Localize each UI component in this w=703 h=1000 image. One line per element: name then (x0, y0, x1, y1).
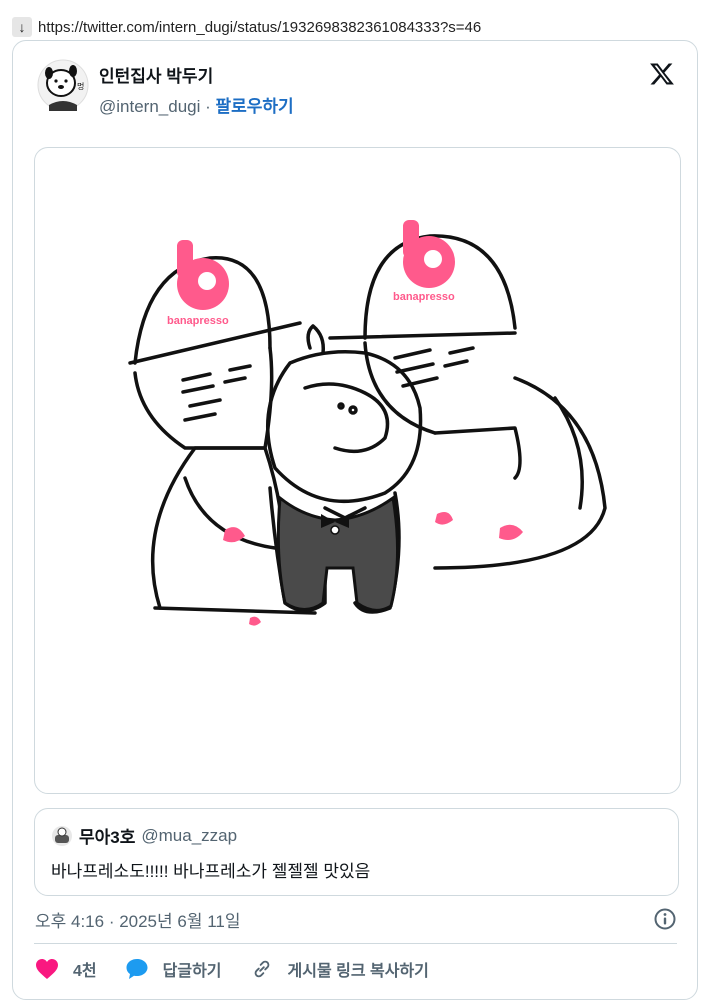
tweet-media-image[interactable]: banapresso banapresso (34, 147, 681, 794)
quote-display-name[interactable]: 무아3호 (79, 823, 135, 848)
author-display-name[interactable]: 인턴집사 박두기 (99, 62, 294, 87)
divider (34, 943, 677, 944)
tweet-card: 멍 인턴집사 박두기 @intern_dugi · 팔로우하기 banapres… (12, 40, 698, 1000)
copy-link-button[interactable]: 게시물 링크 복사하기 (250, 957, 429, 981)
speech-bubble-icon (126, 959, 148, 979)
avatar[interactable]: 멍 (37, 59, 89, 111)
quote-avatar[interactable] (51, 825, 73, 847)
reply-button[interactable]: 답글하기 (125, 957, 222, 981)
author-handle[interactable]: @intern_dugi (99, 97, 200, 116)
tweet-actions: 4천 답글하기 게시물 링크 복사하기 (35, 957, 457, 981)
copy-link-label: 게시물 링크 복사하기 (287, 963, 429, 980)
tweet-timestamp[interactable]: 오후 4:16 · 2025년 6월 11일 (35, 907, 240, 932)
address-bar[interactable]: ↓ https://twitter.com/intern_dugi/status… (12, 16, 481, 38)
link-icon (254, 960, 269, 978)
separator: · (200, 97, 216, 116)
reply-label: 답글하기 (162, 963, 222, 980)
heart-icon (36, 959, 58, 979)
illustration: banapresso banapresso (128, 220, 607, 626)
left-brand-text: banapresso (167, 315, 229, 327)
svg-text:멍: 멍 (77, 81, 84, 91)
url-text: https://twitter.com/intern_dugi/status/1… (38, 18, 482, 36)
quote-handle[interactable]: @mua_zzap (141, 826, 237, 846)
x-logo-icon[interactable] (649, 61, 675, 87)
right-brand-text: banapresso (393, 291, 455, 303)
info-icon[interactable] (653, 907, 677, 931)
quoted-tweet[interactable]: 무아3호 @mua_zzap 바나프레소도!!!!! 바나프레소가 젤젤젤 맛있… (34, 808, 679, 896)
like-button[interactable]: 4천 (35, 957, 97, 981)
download-arrow-icon[interactable]: ↓ (12, 17, 32, 37)
like-count: 4천 (73, 963, 97, 980)
follow-button[interactable]: 팔로우하기 (216, 97, 294, 116)
quote-text: 바나프레소도!!!!! 바나프레소가 젤젤젤 맛있음 (51, 862, 371, 881)
tweet-header: 멍 인턴집사 박두기 @intern_dugi · 팔로우하기 (37, 59, 677, 119)
